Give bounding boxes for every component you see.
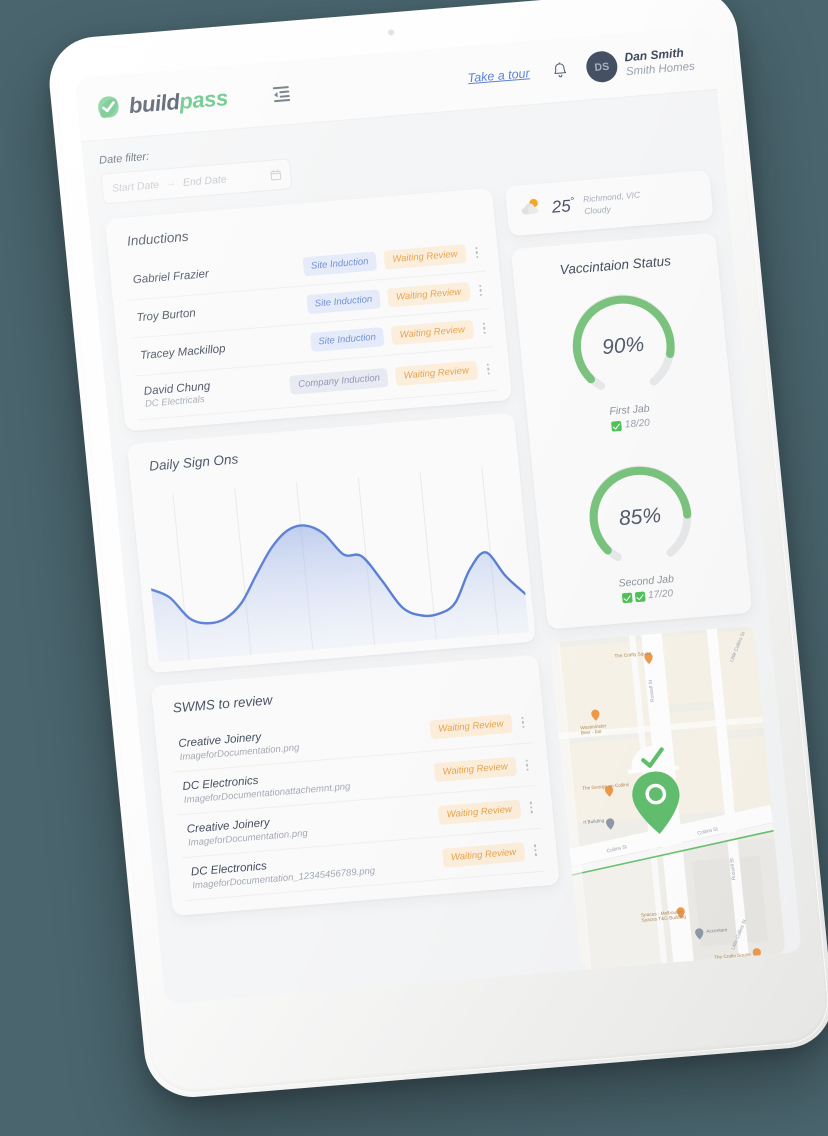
- check-icon: [634, 590, 646, 602]
- weather-temperature: 25°: [551, 196, 576, 218]
- app-logo[interactable]: buildpass: [95, 85, 229, 122]
- row-spacer: [307, 816, 431, 826]
- temperature-value: 25: [550, 196, 572, 217]
- induction-person-name: Tracey Mackillop: [139, 343, 227, 363]
- induction-type-badge: Site Induction: [305, 289, 382, 315]
- row-spacer: [374, 859, 435, 864]
- leaf-check-icon: [95, 94, 122, 121]
- dashboard-grid: Inductions Gabriel Frazier Site Inductio…: [104, 169, 786, 1004]
- site-map-card[interactable]: The Crafty Squire Westminster Beer - bar…: [549, 625, 786, 971]
- first-jab-count-value: 18/20: [624, 417, 651, 431]
- app-body: Date filter: Start Date → End Date Induc…: [81, 90, 801, 1004]
- calendar-icon[interactable]: [270, 169, 282, 181]
- bell-icon[interactable]: [551, 61, 570, 80]
- status-badge: Waiting Review: [390, 319, 474, 346]
- dashboard-left-column: Inductions Gabriel Frazier Site Inductio…: [104, 187, 569, 1004]
- logo-build-text: build: [127, 88, 181, 118]
- take-a-tour-link[interactable]: Take a tour: [467, 66, 530, 85]
- check-icon: [621, 592, 633, 603]
- row-spacer: [350, 773, 427, 779]
- header-spacer: [291, 78, 467, 92]
- tablet-screen: buildpass Take a tour DS Dan Smith Smith…: [74, 26, 802, 1005]
- sun-behind-cloud-icon: [518, 196, 544, 224]
- daily-sign-ons-card: Daily Sign Ons: [126, 412, 537, 674]
- start-date-placeholder[interactable]: Start Date: [111, 178, 159, 194]
- row-menu-icon[interactable]: [486, 363, 490, 376]
- gauge-second-jab: 85%: [581, 459, 699, 575]
- weather-location-block: Richmond, VIC Cloudy: [582, 188, 641, 217]
- row-spacer: [211, 386, 283, 392]
- avatar[interactable]: DS: [584, 50, 619, 84]
- end-date-placeholder[interactable]: End Date: [182, 173, 227, 189]
- row-menu-icon[interactable]: [525, 759, 529, 771]
- row-menu-icon[interactable]: [474, 246, 479, 259]
- inductions-card: Inductions Gabriel Frazier Site Inductio…: [104, 187, 513, 432]
- second-jab-count-value: 17/20: [647, 588, 674, 602]
- degree-symbol: °: [569, 195, 575, 208]
- status-badge: Waiting Review: [437, 799, 521, 825]
- induction-type-badge: Company Induction: [289, 368, 389, 395]
- row-spacer: [209, 268, 295, 275]
- swms-card: SWMS to review Creative Joinery Imagefor…: [150, 654, 560, 917]
- status-badge: Waiting Review: [429, 713, 513, 740]
- status-badge: Waiting Review: [442, 841, 525, 868]
- menu-fold-icon[interactable]: [271, 82, 293, 104]
- induction-type-badge: Site Induction: [309, 327, 385, 353]
- row-menu-icon[interactable]: [478, 284, 483, 297]
- status-badge: Waiting Review: [383, 244, 467, 270]
- induction-person-name: Gabriel Frazier: [132, 268, 210, 287]
- vaccination-status-card: Vaccintaion Status 90% First Jab 18/20 8…: [510, 232, 753, 630]
- gauge-percent-first-jab: 90%: [601, 332, 646, 360]
- induction-person-name: Troy Burton: [136, 307, 197, 325]
- date-filter-input[interactable]: Start Date → End Date: [100, 158, 293, 205]
- range-arrow: →: [165, 177, 177, 190]
- row-menu-icon[interactable]: [529, 801, 533, 814]
- chart-title: Daily Sign Ons: [148, 451, 239, 475]
- daily-sign-ons-chart: [142, 465, 530, 663]
- logo-pass-text: pass: [177, 84, 229, 114]
- status-badge: Waiting Review: [433, 756, 517, 783]
- row-menu-icon[interactable]: [482, 322, 486, 335]
- tablet-device: buildpass Take a tour DS Dan Smith Smith…: [45, 0, 828, 1101]
- row-menu-icon[interactable]: [533, 844, 538, 857]
- device-camera: [387, 29, 395, 36]
- vaccination-title: Vaccintaion Status: [559, 253, 672, 278]
- check-icon: [611, 420, 623, 432]
- status-badge: Waiting Review: [387, 281, 471, 308]
- map-canvas: The Crafty Squire Westminster Beer - bar…: [549, 625, 786, 971]
- row-spacer: [196, 305, 299, 313]
- row-spacer: [299, 730, 423, 740]
- induction-type-badge: Site Induction: [302, 251, 378, 277]
- user-meta[interactable]: Dan Smith Smith Homes: [624, 45, 696, 79]
- logo-wordmark: buildpass: [128, 85, 229, 119]
- weather-card: 25° Richmond, VIC Cloudy: [504, 169, 714, 237]
- gauge-first-jab: 90%: [564, 288, 682, 404]
- scene: buildpass Take a tour DS Dan Smith Smith…: [0, 0, 828, 1136]
- row-menu-icon[interactable]: [520, 716, 525, 729]
- row-spacer: [226, 343, 303, 349]
- status-badge: Waiting Review: [394, 360, 478, 387]
- chart-area-fill: [151, 525, 530, 663]
- gauge-percent-second-jab: 85%: [617, 503, 663, 531]
